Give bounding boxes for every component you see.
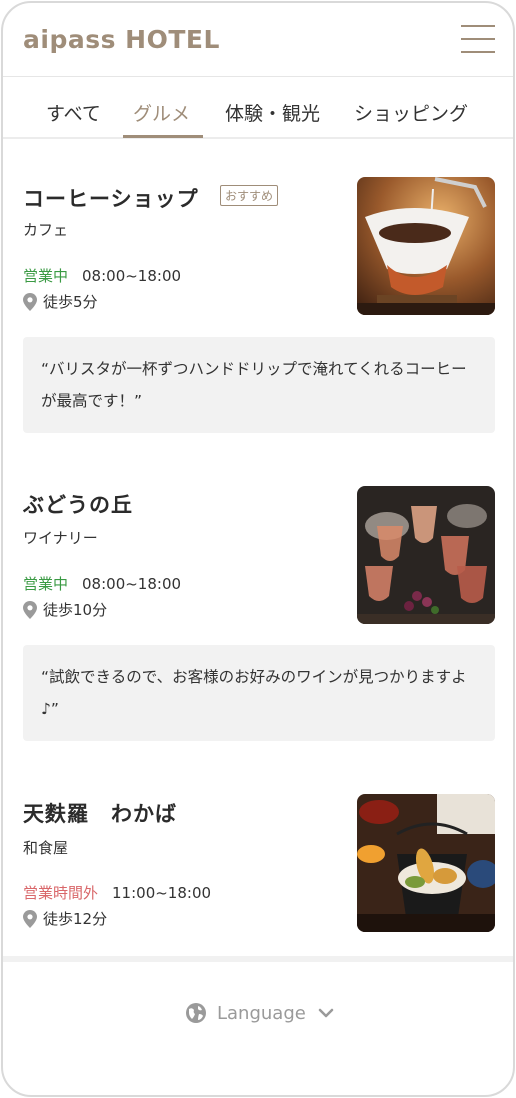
shop-image-tempura[interactable] (357, 794, 495, 932)
tab-experience[interactable]: 体験・観光 (225, 99, 320, 126)
walk-time-label: 徒歩12分 (43, 910, 108, 928)
status-label: 営業中 (23, 267, 69, 285)
opening-hours: 11:00~18:00 (112, 884, 212, 902)
shop-name: コーヒーショップ (23, 187, 199, 211)
location-pin-icon (23, 600, 37, 619)
walk-time: 徒歩5分 (23, 291, 98, 312)
phone-frame: aipass HOTEL すべて グルメ 体験・観光 ショッピング コーヒーショ… (1, 1, 515, 1097)
active-tab-indicator (123, 135, 203, 138)
app-header: aipass HOTEL (3, 3, 513, 77)
shop-status: 営業中 08:00~18:00 (23, 265, 181, 286)
status-label: 営業中 (23, 575, 69, 593)
shop-image-coffee[interactable] (357, 177, 495, 315)
location-pin-icon (23, 292, 37, 311)
walk-time: 徒歩10分 (23, 599, 107, 620)
language-selector[interactable]: Language (185, 1002, 334, 1024)
shop-category: カフェ (23, 221, 69, 239)
shop-category: 和食屋 (23, 839, 69, 857)
status-label: 営業時間外 (23, 884, 99, 902)
opening-hours: 08:00~18:00 (82, 575, 182, 593)
shop-status: 営業中 08:00~18:00 (23, 573, 181, 594)
opening-hours: 08:00~18:00 (82, 267, 182, 285)
category-tabs: すべて グルメ 体験・観光 ショッピング (3, 77, 513, 139)
shop-image-winery[interactable] (357, 486, 495, 624)
shop-status: 営業時間外 11:00~18:00 (23, 882, 211, 903)
shop-review-quote: “バリスタが一杯ずつハンドドリップで淹れてくれるコーヒーが最高です！” (23, 337, 495, 433)
hamburger-menu-icon[interactable] (461, 23, 495, 53)
tab-gourmet[interactable]: グルメ (133, 99, 190, 126)
shop-review-quote: “試飲できるので、お客様のお好みのワインが見つかりますよ♪” (23, 645, 495, 741)
shop-card-winery[interactable]: ぶどうの丘 ワイナリー 営業中 08:00~18:00 徒歩10分 “試飲できる… (3, 483, 513, 743)
shop-name: ぶどうの丘 (23, 493, 133, 517)
tab-all[interactable]: すべて (46, 99, 101, 126)
shop-category: ワイナリー (23, 529, 98, 547)
shop-card-tempura[interactable]: 天麩羅 わかば 和食屋 営業時間外 11:00~18:00 徒歩12分 (3, 793, 513, 943)
recommend-badge: おすすめ (220, 185, 279, 206)
globe-icon (186, 1003, 206, 1023)
shop-name: 天麩羅 わかば (23, 802, 177, 826)
footer-divider (3, 956, 513, 962)
walk-time-label: 徒歩10分 (43, 601, 108, 619)
tab-shopping[interactable]: ショッピング (354, 99, 468, 126)
chevron-down-icon (318, 1008, 334, 1018)
walk-time: 徒歩12分 (23, 908, 107, 929)
walk-time-label: 徒歩5分 (43, 293, 98, 311)
shop-card-coffee[interactable]: コーヒーショップ おすすめ カフェ 営業中 08:00~18:00 徒歩5分 “… (3, 173, 513, 433)
hotel-logo[interactable]: aipass HOTEL (23, 25, 220, 54)
language-label: Language (217, 1002, 306, 1024)
location-pin-icon (23, 909, 37, 928)
